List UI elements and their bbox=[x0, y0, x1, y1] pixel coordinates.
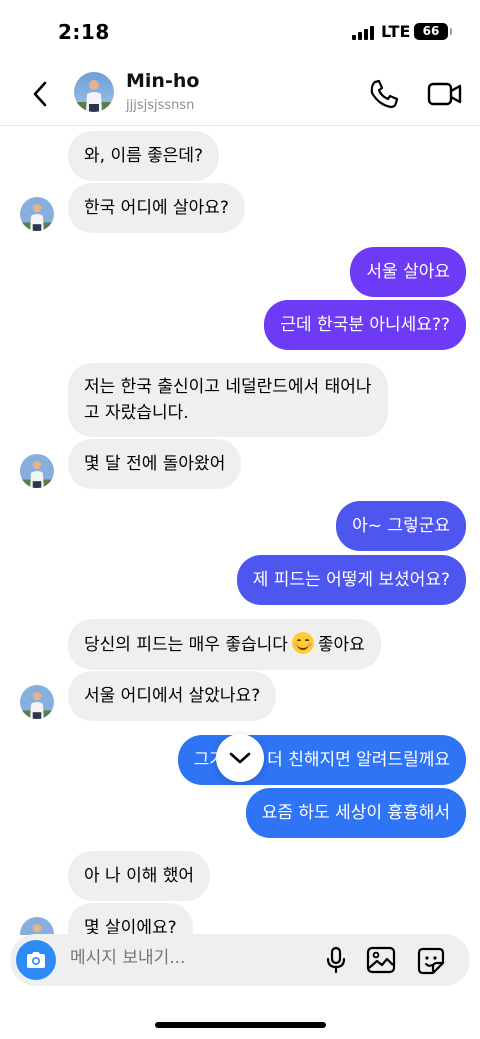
sender-avatar[interactable] bbox=[20, 685, 54, 719]
message-text: 서울 살아요 bbox=[366, 262, 450, 282]
message-text-line: 고 자랐습니다. bbox=[84, 403, 189, 423]
message-text: 서울 어디에서 살았나요? bbox=[84, 686, 261, 706]
message-bubble-outgoing[interactable]: 요즘 하도 세상이 흉흉해서 bbox=[245, 788, 466, 838]
chevron-left-icon bbox=[33, 81, 47, 107]
sticker-icon bbox=[417, 947, 445, 975]
microphone-icon bbox=[326, 946, 346, 974]
smiling-face-emoji bbox=[291, 632, 314, 654]
status-time: 2:18 bbox=[58, 20, 110, 44]
sender-avatar[interactable] bbox=[20, 197, 54, 231]
message-bubble-outgoing[interactable]: 근데 한국분 아니세요?? bbox=[264, 300, 466, 350]
status-bar: 2:18 LTE 66 bbox=[0, 0, 480, 62]
gallery-button[interactable] bbox=[366, 946, 396, 974]
message-text: 한국 어디에 살아요? bbox=[84, 198, 229, 218]
camera-icon bbox=[27, 952, 45, 968]
image-icon bbox=[366, 946, 396, 974]
voice-message-button[interactable] bbox=[322, 946, 350, 974]
message-text: 아 나 이해 했어 bbox=[84, 866, 195, 886]
sticker-button[interactable] bbox=[416, 946, 446, 976]
contact-avatar[interactable] bbox=[74, 72, 114, 112]
sender-avatar[interactable] bbox=[20, 454, 54, 488]
contact-name[interactable]: Min-ho bbox=[126, 70, 199, 92]
contact-handle: jjjsjsjssnsn bbox=[126, 98, 195, 113]
message-text-line: 저는 한국 출신이고 네덜란드에서 태어나 bbox=[84, 377, 372, 397]
message-bubble-incoming[interactable]: 와, 이름 좋은데? bbox=[68, 131, 220, 181]
chat-header: Min-ho jjjsjsjssnsn bbox=[0, 62, 480, 126]
message-bubble-incoming[interactable]: 당신의 피드는 매우 좋습니다 좋아요 bbox=[68, 619, 381, 670]
message-text: 근데 한국분 아니세요?? bbox=[280, 315, 450, 335]
message-input[interactable] bbox=[70, 948, 290, 968]
message-text: 몇 살이에요? bbox=[84, 918, 177, 935]
signal-icon bbox=[352, 26, 376, 40]
message-bubble-incoming[interactable]: 아 나 이해 했어 bbox=[68, 851, 211, 901]
battery-icon: 66 bbox=[414, 23, 452, 40]
message-text: 요즘 하도 세상이 흉흉해서 bbox=[261, 803, 450, 823]
message-text: 몇 달 전에 돌아왔어 bbox=[84, 454, 226, 474]
message-text: 당신의 피드는 매우 좋습니다 bbox=[84, 635, 288, 655]
camera-button[interactable] bbox=[16, 940, 56, 980]
scroll-to-bottom-button[interactable] bbox=[216, 734, 264, 782]
video-call-button[interactable] bbox=[426, 76, 464, 112]
message-bubble-incoming[interactable]: 몇 달 전에 돌아왔어 bbox=[68, 439, 242, 489]
message-bubble-outgoing[interactable]: 서울 살아요 bbox=[350, 247, 466, 297]
sender-avatar[interactable] bbox=[20, 917, 54, 935]
video-camera-icon bbox=[427, 82, 462, 106]
home-indicator[interactable] bbox=[155, 1022, 326, 1028]
message-bubble-outgoing[interactable]: 아~ 그렇군요 bbox=[336, 501, 466, 551]
message-bubble-outgoing[interactable]: 제 피드는 어떻게 보셨어요? bbox=[236, 555, 466, 605]
back-button[interactable] bbox=[22, 76, 58, 112]
message-thread[interactable]: 와, 이름 좋은데? 한국 어디에 살아요? 서울 살아요 근데 한국분 아니세… bbox=[0, 127, 480, 935]
message-text: 아~ 그렇군요 bbox=[352, 516, 450, 536]
message-text: 제 피드는 어떻게 보셨어요? bbox=[252, 570, 450, 590]
message-bubble-incoming[interactable]: 서울 어디에서 살았나요? bbox=[68, 671, 277, 721]
message-text: 좋아요 bbox=[317, 635, 365, 655]
voice-call-button[interactable] bbox=[366, 76, 402, 112]
message-text: 와, 이름 좋은데? bbox=[84, 146, 204, 166]
phone-icon bbox=[370, 79, 399, 109]
network-type: LTE bbox=[381, 22, 411, 41]
message-bubble-incoming[interactable]: 몇 살이에요? bbox=[68, 903, 193, 935]
chevron-down-icon bbox=[229, 752, 251, 764]
message-bubble-incoming[interactable]: 한국 어디에 살아요? bbox=[68, 183, 245, 233]
message-bubble-incoming[interactable]: 저는 한국 출신이고 네덜란드에서 태어나 고 자랐습니다. bbox=[68, 363, 388, 437]
message-composer bbox=[10, 934, 470, 986]
